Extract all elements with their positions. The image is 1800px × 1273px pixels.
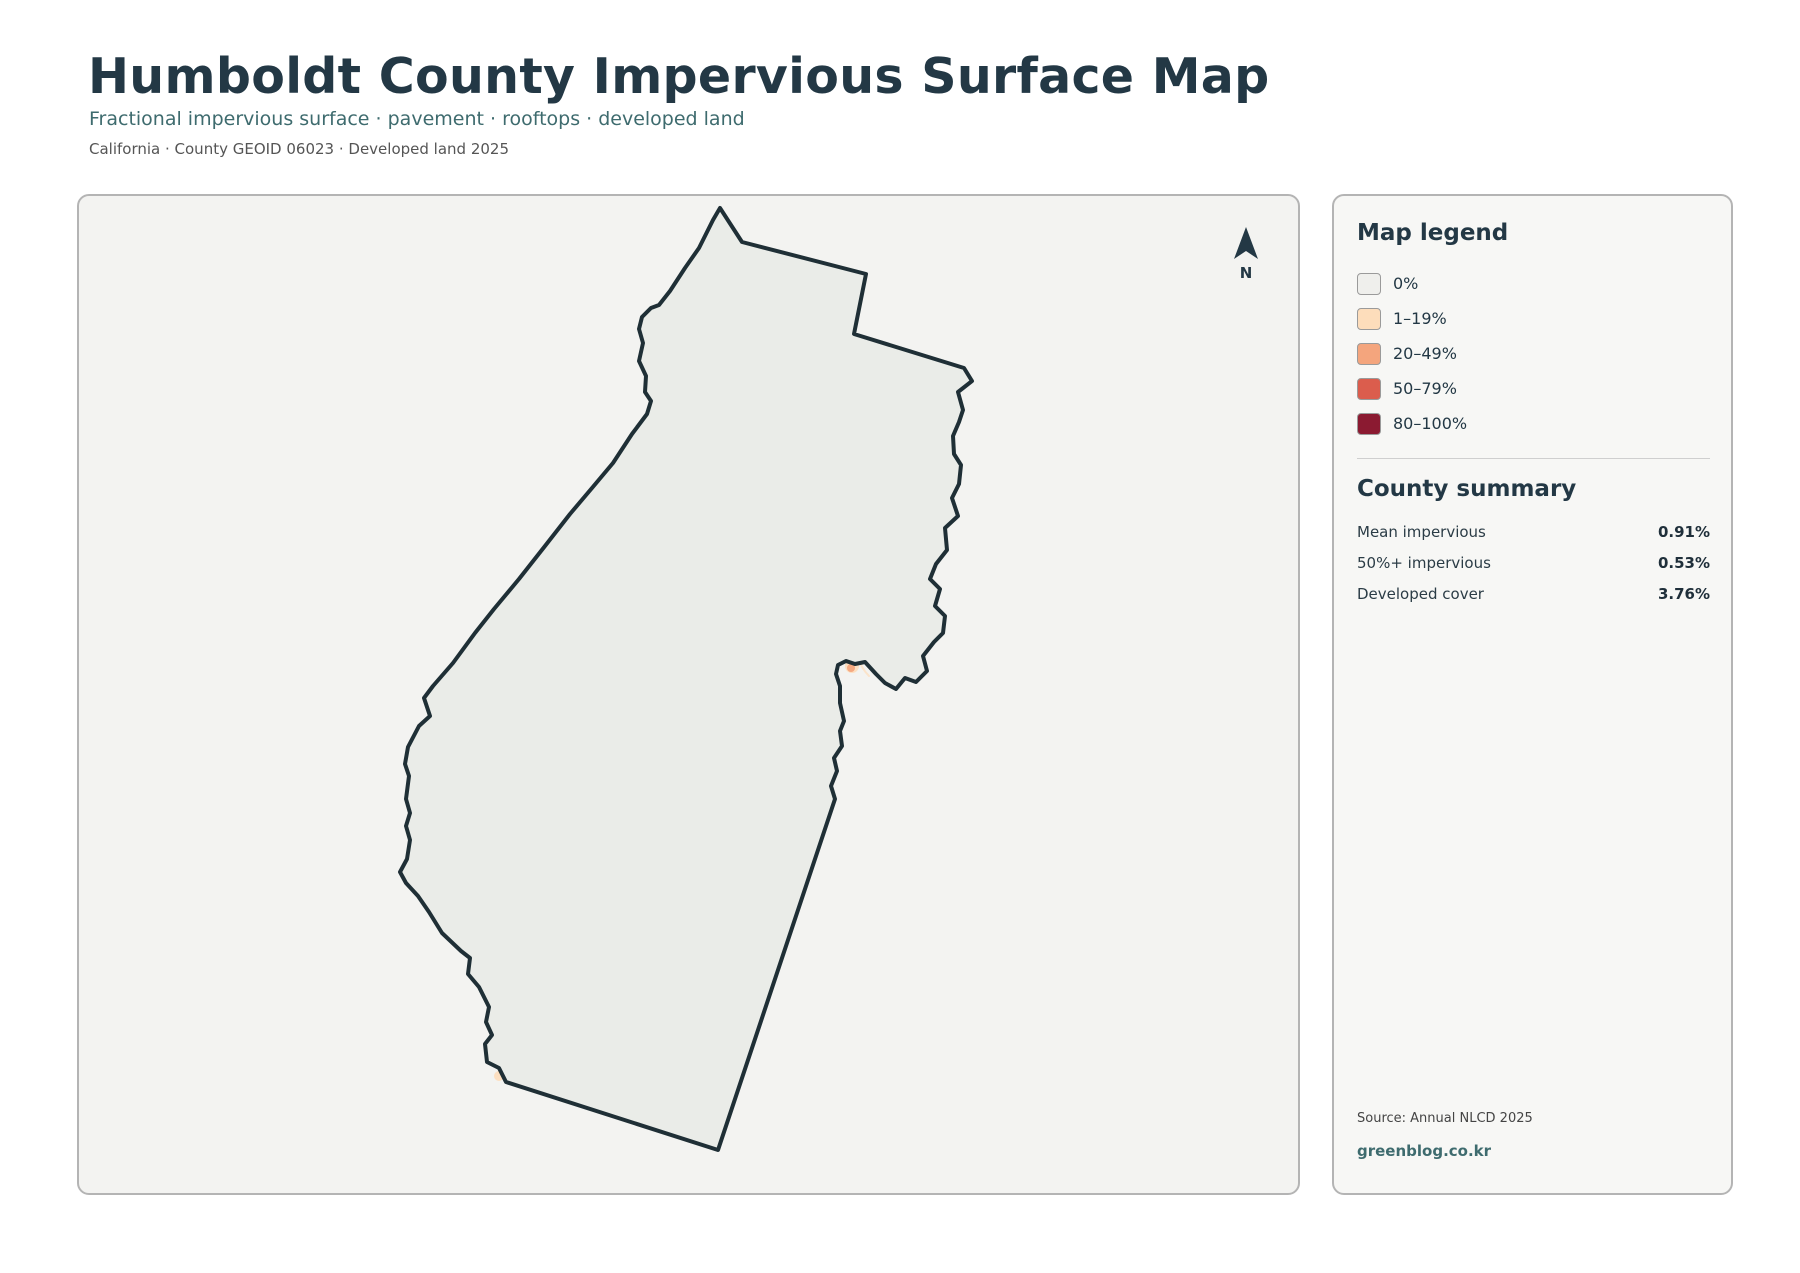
summary-stats: Mean impervious 0.91% 50%+ impervious 0.… xyxy=(1357,516,1710,609)
north-label: N xyxy=(1239,264,1253,282)
legend-title: Map legend xyxy=(1357,220,1509,246)
legend-label: 80–100% xyxy=(1393,414,1468,433)
legend-label: 50–79% xyxy=(1393,379,1457,398)
page-title: Humboldt County Impervious Surface Map xyxy=(88,48,1270,105)
map-panel[interactable]: N xyxy=(77,194,1300,1195)
legend-item: 0% xyxy=(1357,266,1467,301)
legend-swatch xyxy=(1357,412,1381,435)
legend-item: 80–100% xyxy=(1357,406,1467,441)
legend-swatch xyxy=(1357,377,1381,400)
site-link[interactable]: greenblog.co.kr xyxy=(1357,1142,1491,1160)
legend-panel: Map legend 0% 1–19% 20–49% 50–79% 80–100… xyxy=(1332,194,1733,1195)
stat-label: Developed cover xyxy=(1357,584,1484,603)
legend-item: 1–19% xyxy=(1357,301,1467,336)
summary-title: County summary xyxy=(1357,476,1577,502)
stat-row: 50%+ impervious 0.53% xyxy=(1357,547,1710,578)
page-subtitle: Fractional impervious surface · pavement… xyxy=(89,108,745,130)
legend-swatch xyxy=(1357,342,1381,365)
legend-swatch xyxy=(1357,307,1381,330)
stat-row: Mean impervious 0.91% xyxy=(1357,516,1710,547)
source-note: Source: Annual NLCD 2025 xyxy=(1357,1111,1533,1126)
stat-row: Developed cover 3.76% xyxy=(1357,578,1710,609)
legend-item: 50–79% xyxy=(1357,371,1467,406)
legend-swatch xyxy=(1357,272,1381,295)
north-arrow: N xyxy=(1231,226,1261,282)
legend-item: 20–49% xyxy=(1357,336,1467,371)
page-meta: California · County GEOID 06023 · Develo… xyxy=(89,140,509,158)
legend-label: 1–19% xyxy=(1393,309,1447,328)
county-layer xyxy=(398,206,974,1152)
stat-value: 0.91% xyxy=(1657,522,1710,541)
legend-divider xyxy=(1357,458,1710,459)
legend-label: 0% xyxy=(1393,274,1419,293)
county-map[interactable] xyxy=(79,196,1300,1195)
north-arrow-icon xyxy=(1234,227,1258,259)
stat-value: 0.53% xyxy=(1657,553,1710,572)
stat-label: Mean impervious xyxy=(1357,522,1486,541)
stat-label: 50%+ impervious xyxy=(1357,553,1491,572)
stat-value: 3.76% xyxy=(1657,584,1710,603)
legend-label: 20–49% xyxy=(1393,344,1457,363)
legend-list: 0% 1–19% 20–49% 50–79% 80–100% xyxy=(1357,266,1467,441)
